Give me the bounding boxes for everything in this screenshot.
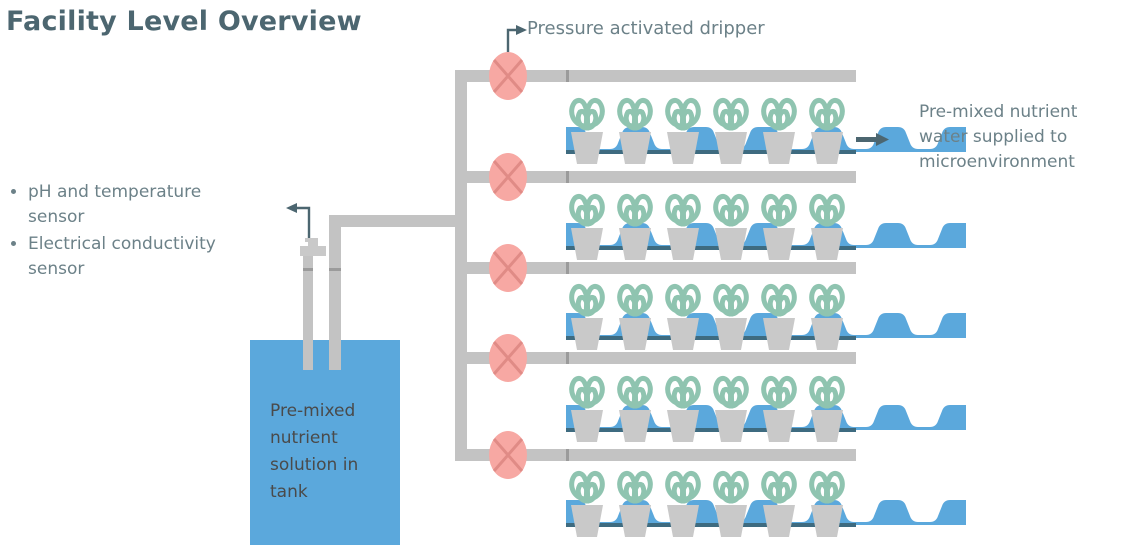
sensor-riser-pipe [303,255,313,370]
tank-riser-pipe [329,215,341,370]
output-callout-label: Pre-mixed nutrient water supplied to mic… [919,100,1137,175]
sensor-item-1-line-2: sensor [28,207,85,227]
sensor-item-1-line-1: pH and temperature [28,182,202,202]
grow-bed-row-2 [566,196,966,260]
dripper-row-2[interactable] [489,153,527,201]
dripper-callout-arrowhead [516,25,527,35]
dripper-callout-label: Pressure activated dripper [527,18,765,39]
distribution-pipe-row-4 [520,352,856,364]
output-callout-line-3: microenvironment [919,152,1075,172]
distribution-pipe-row-2 [520,171,856,183]
tank-label: Pre-mixed nutrient solution in tank [270,398,390,506]
grow-bed-row-1 [566,100,966,164]
tank-label-line-2: nutrient [270,428,338,448]
tank-label-line-1: Pre-mixed [270,401,356,421]
page-title: Facility Level Overview [6,6,362,37]
tank-label-line-4: tank [270,482,308,502]
sensor-probe-icon [300,238,326,256]
dripper-row-3[interactable] [489,244,527,292]
distribution-pipe-row-3 [520,262,856,274]
output-callout-line-1: Pre-mixed nutrient [919,102,1078,122]
distribution-pipe-row-5 [520,449,856,461]
diagram-canvas: Facility Level Overview Pressure activat… [0,0,1140,545]
sensor-callout-list: pH and temperature sensor Electrical con… [8,180,293,284]
distribution-pipe-row-1 [520,70,856,82]
tank-label-line-3: solution in [270,455,359,475]
grow-bed-row-5 [566,473,966,537]
dripper-row-1[interactable] [489,52,527,100]
list-item: Electrical conductivity sensor [28,232,293,282]
output-callout-line-2: water supplied to [919,127,1068,147]
grow-bed-row-3 [566,286,966,350]
sensor-item-2-line-2: sensor [28,259,85,279]
dripper-row-4[interactable] [489,334,527,382]
sensor-item-2-line-1: Electrical conductivity [28,234,216,254]
feed-pipe-horizontal [329,215,466,227]
grow-bed-row-4 [566,378,966,442]
dripper-row-5[interactable] [489,431,527,479]
dripper-group [489,52,527,479]
list-item: pH and temperature sensor [28,180,293,230]
